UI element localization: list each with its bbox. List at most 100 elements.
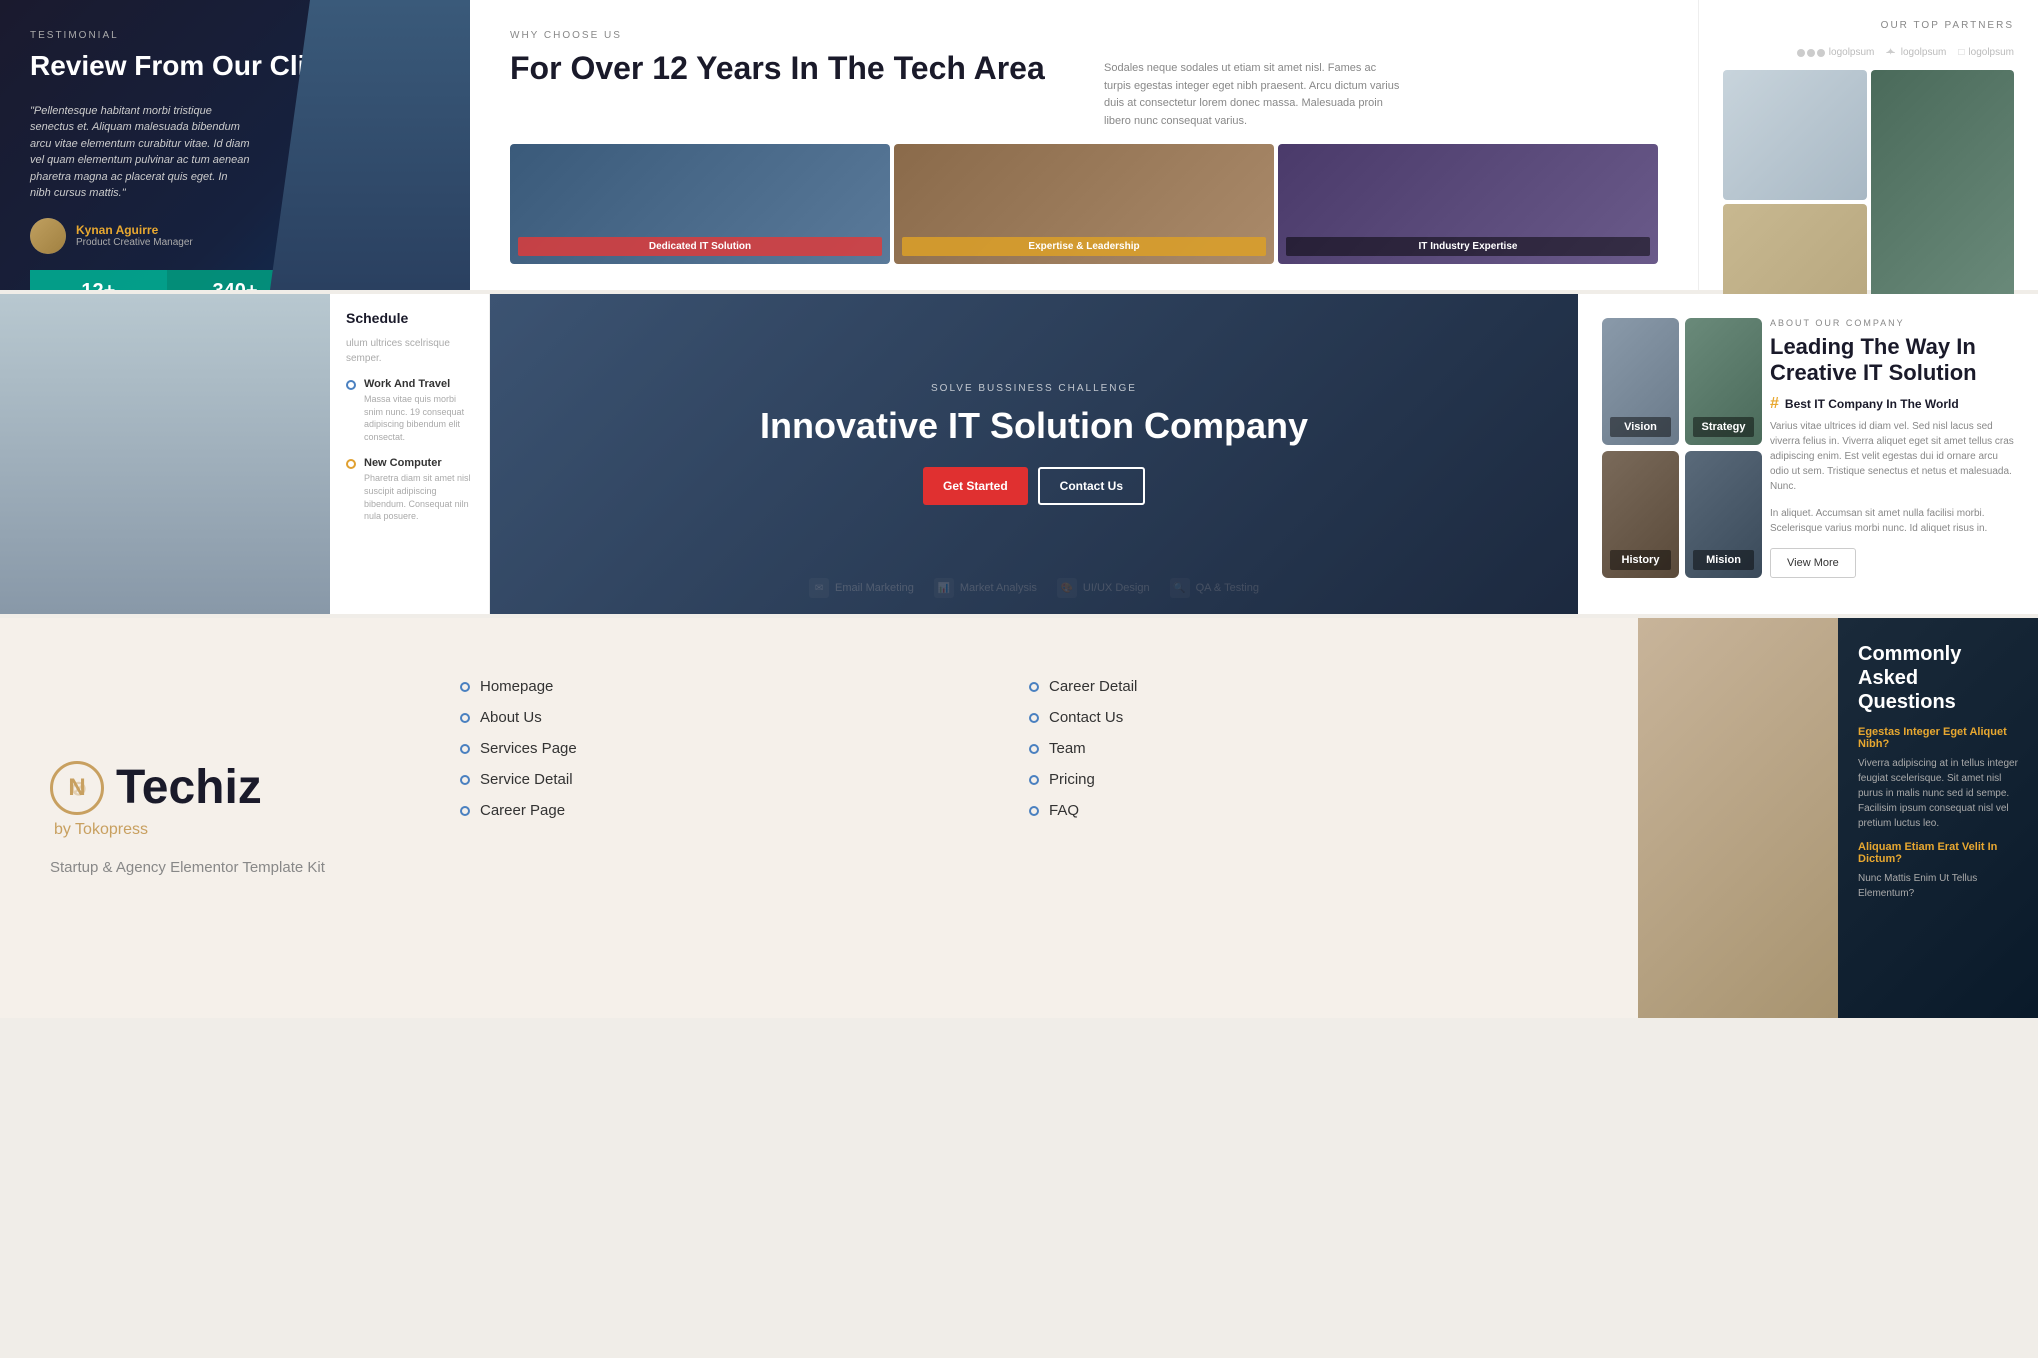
why-title: For Over 12 Years In The Tech Area xyxy=(510,49,1064,87)
mission-label: Mision xyxy=(1693,550,1754,570)
nav-dot xyxy=(1029,775,1039,785)
schedule-panel: Schedule ulum ultrices scelrisque semper… xyxy=(330,294,490,614)
vision-label: Vision xyxy=(1610,417,1671,437)
nav-dot xyxy=(460,744,470,754)
nav-dot xyxy=(1029,744,1039,754)
nav-homepage[interactable]: Homepage xyxy=(460,678,1029,695)
about-title: Leading The Way In Creative IT Solution xyxy=(1770,334,2014,387)
nav-pricing-label: Pricing xyxy=(1049,771,1095,788)
person-bg xyxy=(270,0,470,290)
nav-dot xyxy=(460,806,470,816)
view-more-button[interactable]: View More xyxy=(1770,548,1856,578)
task-title-1: Work And Travel xyxy=(364,378,473,390)
partner-logo-1: logolpsum xyxy=(1797,47,1875,58)
nav-team-label: Team xyxy=(1049,740,1086,757)
contact-us-button[interactable]: Contact Us xyxy=(1038,467,1145,505)
nav-about-label: About Us xyxy=(480,709,542,726)
nav-career-page[interactable]: Career Page xyxy=(460,802,1029,819)
faq-panel: Commonly Asked Questions Egestas Integer… xyxy=(1638,618,2038,1018)
nav-links-panel: Homepage About Us Services Page Service … xyxy=(420,618,1638,1018)
nav-faq[interactable]: FAQ xyxy=(1029,802,1598,819)
about-image-grid: Vision Strategy History Mision xyxy=(1602,318,1762,590)
faq-q1-label: Egestas Integer Eget Aliquet Nibh? xyxy=(1858,726,2018,750)
nav-services-label: Services Page xyxy=(480,740,577,757)
team-photo-bg xyxy=(0,294,330,614)
hash-icon: # xyxy=(1770,395,1779,413)
partners-label: OUR TOP PARTNERS xyxy=(1723,20,2014,31)
hero-content: SOLVE BUSSINESS CHALLENGE Innovative IT … xyxy=(490,294,1578,614)
about-subtitle: # Best IT Company In The World xyxy=(1770,395,2014,413)
task-title-2: New Computer xyxy=(364,457,473,469)
nav-dot xyxy=(460,713,470,723)
about-section-label: ABOUT OUR COMPANY xyxy=(1770,318,2014,328)
about-panel-inner: Vision Strategy History Mision xyxy=(1602,318,2014,590)
task-desc-1: Massa vitae quis morbi snim nunc. 19 con… xyxy=(364,393,473,443)
testimonial-panel: TESTIMONIAL Review From Our Clients "Pel… xyxy=(0,0,470,290)
task-dot-2 xyxy=(346,459,356,469)
nav-col-1: Homepage About Us Services Page Service … xyxy=(460,678,1029,958)
task-item-2: New Computer Pharetra diam sit amet nisl… xyxy=(346,457,473,522)
brand-name: Techiz xyxy=(116,760,262,815)
why-choose-panel: WHY CHOOSE US For Over 12 Years In The T… xyxy=(470,0,1698,290)
nav-homepage-label: Homepage xyxy=(480,678,553,695)
brand-tagline: Startup & Agency Elementor Template Kit xyxy=(50,859,370,876)
nav-col-2: Career Detail Contact Us Team Pricing FA… xyxy=(1029,678,1598,958)
about-company-panel: Vision Strategy History Mision xyxy=(1578,294,2038,614)
company-mission: Mision xyxy=(1685,451,1762,578)
brand-logo: N ⊘ Techiz xyxy=(50,760,370,815)
nav-dot xyxy=(460,682,470,692)
schedule-title: Schedule xyxy=(346,310,473,326)
history-label: History xyxy=(1610,550,1671,570)
brand-panel: N ⊘ Techiz by Tokopress Startup & Agency… xyxy=(0,618,420,1018)
nav-dot xyxy=(1029,682,1039,692)
nav-dot xyxy=(460,775,470,785)
partners-panel: OUR TOP PARTNERS logolpsum ✦ logolpsum □… xyxy=(1698,0,2038,290)
task-item-1: Work And Travel Massa vitae quis morbi s… xyxy=(346,378,473,443)
avatar xyxy=(30,218,66,254)
nav-dot xyxy=(1029,806,1039,816)
why-images: Dedicated IT Solution Expertise & Leader… xyxy=(510,144,1658,264)
why-desc: Sodales neque sodales ut etiam sit amet … xyxy=(1104,60,1404,130)
why-image-label-2: Expertise & Leadership xyxy=(902,237,1266,256)
nav-service-detail[interactable]: Service Detail xyxy=(460,771,1029,788)
hero-panel: SOLVE BUSSINESS CHALLENGE Innovative IT … xyxy=(490,294,1578,614)
nav-dot xyxy=(1029,713,1039,723)
about-text-content: ABOUT OUR COMPANY Leading The Way In Cre… xyxy=(1762,318,2014,590)
nav-services[interactable]: Services Page xyxy=(460,740,1029,757)
nav-faq-label: FAQ xyxy=(1049,802,1079,819)
partner-img-1 xyxy=(1723,70,1867,200)
company-strategy: Strategy xyxy=(1685,318,1762,445)
hero-label: SOLVE BUSSINESS CHALLENGE xyxy=(931,383,1137,394)
partner-logos: logolpsum ✦ logolpsum □ logolpsum xyxy=(1723,47,2014,58)
hero-buttons: Get Started Contact Us xyxy=(923,467,1145,505)
task-list: Work And Travel Massa vitae quis morbi s… xyxy=(346,378,473,523)
nav-about[interactable]: About Us xyxy=(460,709,1029,726)
about-desc-2: In aliquet. Accumsan sit amet nulla faci… xyxy=(1770,506,2014,536)
person-name: Kynan Aguirre xyxy=(76,223,193,237)
schedule-text: ulum ultrices scelrisque semper. xyxy=(346,336,473,366)
nav-contact[interactable]: Contact Us xyxy=(1029,709,1598,726)
nav-contact-label: Contact Us xyxy=(1049,709,1123,726)
company-grid: Vision Strategy History Mision xyxy=(1602,318,1762,578)
brand-by: by Tokopress xyxy=(54,821,370,839)
nav-career-detail[interactable]: Career Detail xyxy=(1029,678,1598,695)
nav-pricing[interactable]: Pricing xyxy=(1029,771,1598,788)
stat-years: 12+ Glorious Years xyxy=(30,270,167,290)
hero-title: Innovative IT Solution Company xyxy=(760,404,1308,447)
get-started-button[interactable]: Get Started xyxy=(923,467,1028,505)
nav-service-detail-label: Service Detail xyxy=(480,771,573,788)
task-dot-1 xyxy=(346,380,356,390)
why-image-3: IT Industry Expertise xyxy=(1278,144,1658,264)
testimonial-quote: "Pellentesque habitant morbi tristique s… xyxy=(30,103,250,202)
about-subtitle-text: Best IT Company In The World xyxy=(1785,397,1959,411)
company-vision: Vision xyxy=(1602,318,1679,445)
task-desc-2: Pharetra diam sit amet nisl suscipit adi… xyxy=(364,472,473,522)
nav-team[interactable]: Team xyxy=(1029,740,1598,757)
why-image-1: Dedicated IT Solution xyxy=(510,144,890,264)
partner-logo-2: ✦ logolpsum xyxy=(1886,47,1946,58)
about-desc-1: Varius vitae ultrices id diam vel. Sed n… xyxy=(1770,419,2014,494)
why-image-label-1: Dedicated IT Solution xyxy=(518,237,882,256)
faq-title: Commonly Asked Questions xyxy=(1858,642,2018,714)
brand-icon-letter: N ⊘ xyxy=(68,774,85,802)
faq-people-bg xyxy=(1638,618,1838,1018)
